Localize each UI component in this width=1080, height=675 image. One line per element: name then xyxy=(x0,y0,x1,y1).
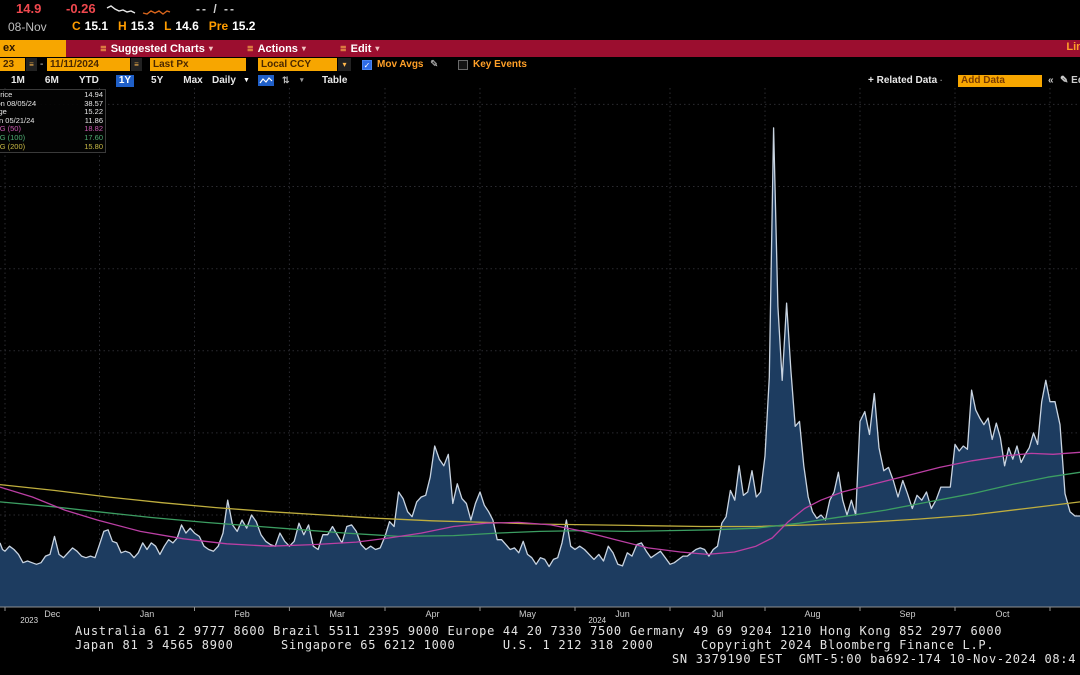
menu-item-suggested-charts[interactable]: ≣Suggested Charts▾ xyxy=(100,43,213,55)
x-axis-month-label: Mar xyxy=(329,609,345,619)
menu-shortcut-icon: ≣ xyxy=(247,44,254,53)
ohlc-pair: C15.1 xyxy=(72,19,108,33)
mov-avgs-edit-pencil-icon[interactable]: ✎ xyxy=(430,58,438,71)
footer-contacts-line1: Australia 61 2 9777 8600 Brazil 5511 239… xyxy=(75,624,1002,638)
x-axis-month-label: Oct xyxy=(995,609,1009,619)
end-date-field[interactable]: 11/11/2024 xyxy=(47,58,130,71)
ohlc-values: C15.1 H15.3 L14.6 Pre15.2 xyxy=(72,19,255,33)
price-area-chart[interactable] xyxy=(0,88,1080,612)
quote-date: 08-Nov xyxy=(8,20,47,34)
price-change-value: -0.26 xyxy=(66,1,96,16)
chart-plot-area[interactable] xyxy=(0,88,1080,612)
start-date-stepper-icon[interactable]: ≡ xyxy=(26,58,37,71)
currency-select[interactable]: Local CCY xyxy=(258,58,337,71)
period-options-bar: 1M 6M YTD 1Y 5Y Max Daily ▼ ⇅ ▾ Table + Relat… xyxy=(0,74,1080,88)
range-tab-max[interactable]: Max xyxy=(180,75,205,87)
ohlc-pair: L14.6 xyxy=(164,19,199,33)
quote-ohlc-row: 08-Nov C15.1 H15.3 L14.6 Pre15.2 xyxy=(0,19,1080,37)
candlestick-type-icon[interactable]: ⇅ xyxy=(282,74,290,87)
edit-chart-button[interactable]: ✎ Edit xyxy=(1060,74,1080,87)
key-events-checkbox[interactable] xyxy=(458,60,468,70)
chart-style-label[interactable]: Line xyxy=(1066,41,1080,53)
x-axis-month-label: Jul xyxy=(712,609,724,619)
related-data-button[interactable]: + Related Data · xyxy=(868,74,943,87)
x-axis-month-label: Jun xyxy=(615,609,630,619)
ohlc-pair: Pre15.2 xyxy=(209,19,256,33)
menu-shortcut-icon: ≣ xyxy=(340,44,347,53)
ohlc-pair: H15.3 xyxy=(118,19,154,33)
price-type-select[interactable]: Last Px xyxy=(150,58,246,71)
sparkline-orange-icon xyxy=(142,4,172,17)
frequency-select[interactable]: Daily xyxy=(212,74,236,87)
collapse-panel-icon[interactable]: « xyxy=(1048,74,1054,87)
range-tab-6m[interactable]: 6M xyxy=(42,75,62,87)
currency-dropdown-icon[interactable]: ▾ xyxy=(338,58,351,71)
mov-avgs-checkbox[interactable]: ✓ xyxy=(362,60,372,70)
table-button[interactable]: Table xyxy=(322,74,347,87)
range-tab-5y[interactable]: 5Y xyxy=(148,75,166,87)
terminal-footer: Australia 61 2 9777 8600 Brazil 5511 239… xyxy=(0,621,1080,675)
chevron-down-icon: ▾ xyxy=(302,44,306,53)
bloomberg-terminal-screen: 14.9 -0.26 -- / -- 08-Nov C15.1 H15.3 L14.… xyxy=(0,0,1080,675)
menu-item-edit[interactable]: ≣Edit▾ xyxy=(340,43,380,55)
line-chart-type-icon[interactable] xyxy=(258,75,274,86)
x-axis-month-label: Feb xyxy=(234,609,250,619)
sparkline-white-icon xyxy=(106,4,138,17)
x-axis-month-label: Aug xyxy=(804,609,820,619)
x-axis-month-label: Jan xyxy=(140,609,155,619)
last-price-value: 14.9 xyxy=(16,1,41,16)
legend-row: SMAVG (200)15.80 xyxy=(0,143,103,152)
menu-shortcut-icon: ≣ xyxy=(100,44,107,53)
x-axis-month-label: Dec xyxy=(44,609,60,619)
chart-settings-toolbar: 23 ≡ - 11/11/2024 ≡ Last Px Local CCY ▾ … xyxy=(0,58,1080,73)
add-data-input[interactable]: Add Data xyxy=(958,75,1042,87)
function-menu-bar: ex ≣Suggested Charts▾ ≣Actions▾ ≣Edit▾ Lin… xyxy=(0,40,1080,57)
footer-contacts-line2: Japan 81 3 4565 8900 Singapore 65 6212 1… xyxy=(75,638,994,652)
range-tab-1m[interactable]: 1M xyxy=(8,75,28,87)
range-tab-1y[interactable]: 1Y xyxy=(116,75,134,87)
range-tabs: 1M 6M YTD 1Y 5Y Max xyxy=(8,74,206,88)
chart-type-caret-icon[interactable]: ▾ xyxy=(300,74,304,87)
chevron-down-icon: ▾ xyxy=(209,44,213,53)
security-name-tab[interactable]: ex xyxy=(0,40,66,57)
menu-item-actions[interactable]: ≣Actions▾ xyxy=(247,43,306,55)
bid-ask-placeholder: -- / -- xyxy=(196,2,236,16)
chevron-down-icon: ▾ xyxy=(375,44,379,53)
date-range-dash: - xyxy=(40,58,43,71)
x-axis-month-label: May xyxy=(519,609,536,619)
frequency-caret-icon[interactable]: ▼ xyxy=(243,74,250,87)
footer-session-line: SN 3379190 EST GMT-5:00 ba692-174 10-Nov… xyxy=(672,652,1076,666)
menu-items: ≣Suggested Charts▾ ≣Actions▾ ≣Edit▾ xyxy=(100,40,379,57)
quote-header-row: 14.9 -0.26 -- / -- xyxy=(0,1,1080,18)
x-axis-month-label: Apr xyxy=(425,609,439,619)
start-date-field[interactable]: 23 xyxy=(0,58,25,71)
chart-legend: Last Price14.94High on 08/05/2438.57Aver… xyxy=(0,89,106,153)
x-axis-month-label: Sep xyxy=(900,609,916,619)
range-tab-ytd[interactable]: YTD xyxy=(76,75,102,87)
end-date-stepper-icon[interactable]: ≡ xyxy=(131,58,142,71)
key-events-label: Key Events xyxy=(473,58,527,71)
mov-avgs-label: Mov Avgs xyxy=(377,58,424,71)
